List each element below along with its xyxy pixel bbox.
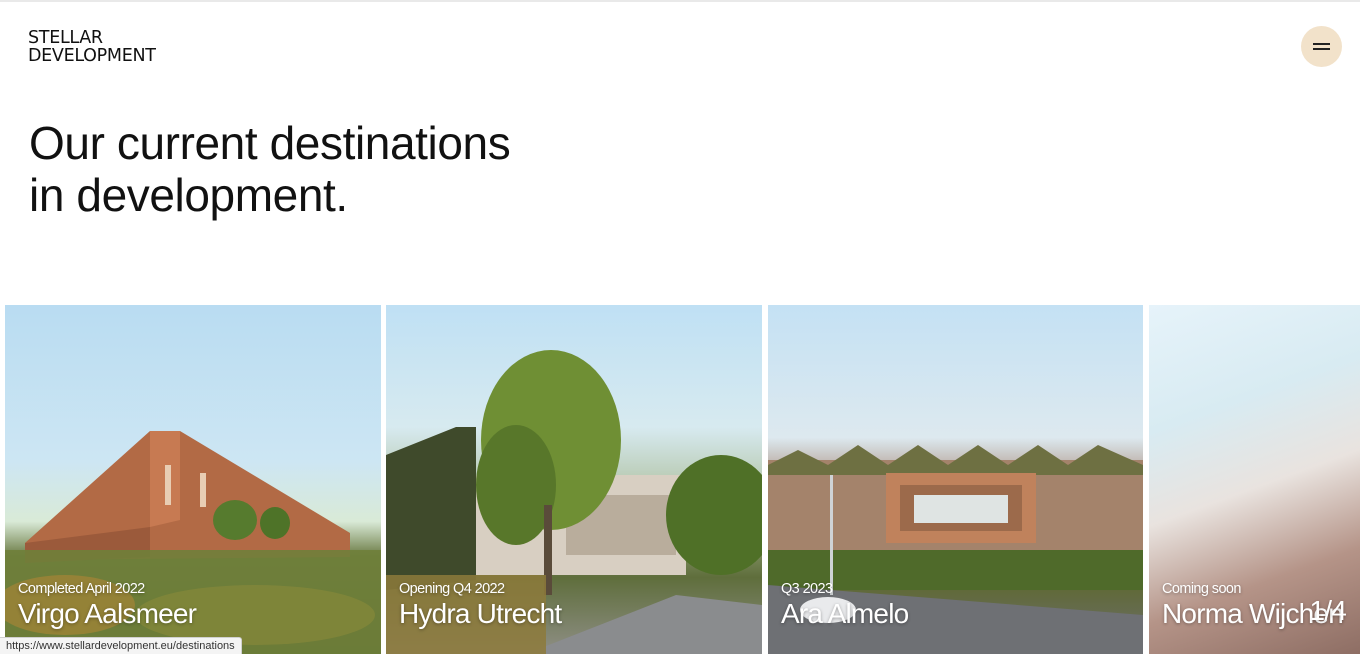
- card-title: Ara Almelo: [781, 598, 909, 629]
- hamburger-icon-line: [1313, 48, 1330, 50]
- destination-card-hydra-utrecht[interactable]: Opening Q4 2022 Hydra Utrecht: [386, 305, 762, 654]
- destinations-carousel: Completed April 2022 Virgo Aalsmeer Open…: [5, 305, 1360, 654]
- card-status: Completed April 2022: [18, 581, 145, 597]
- card-caption: Opening Q4 2022 Hydra Utrecht: [399, 581, 562, 630]
- destination-card-ara-almelo[interactable]: Q3 2023 Ara Almelo: [768, 305, 1143, 654]
- top-border: [0, 0, 1360, 2]
- logo[interactable]: STELLAR DEVELOPMENT: [28, 29, 178, 65]
- destination-card-virgo-aalsmeer[interactable]: Completed April 2022 Virgo Aalsmeer: [5, 305, 381, 654]
- destination-card-norma-wijchen[interactable]: Coming soon Norma Wijchen 1/4: [1149, 305, 1360, 654]
- card-title: Virgo Aalsmeer: [18, 598, 197, 629]
- hamburger-icon: [1313, 43, 1330, 45]
- menu-button[interactable]: [1301, 26, 1342, 67]
- headline-line-2: in development.: [29, 169, 348, 221]
- card-title: Hydra Utrecht: [399, 598, 562, 629]
- card-caption: Completed April 2022 Virgo Aalsmeer: [18, 581, 197, 630]
- logo-line-2: DEVELOPMENT: [28, 46, 156, 66]
- slide-counter: 1/4: [1309, 595, 1346, 626]
- card-status: Q3 2023: [781, 581, 833, 597]
- status-bar-url: https://www.stellardevelopment.eu/destin…: [0, 637, 242, 654]
- card-status: Opening Q4 2022: [399, 581, 505, 597]
- card-caption: Q3 2023 Ara Almelo: [781, 581, 909, 630]
- logo-line-1: STELLAR: [28, 28, 103, 48]
- page-headline: Our current destinations in development.: [29, 117, 511, 221]
- headline-line-1: Our current destinations: [29, 117, 511, 169]
